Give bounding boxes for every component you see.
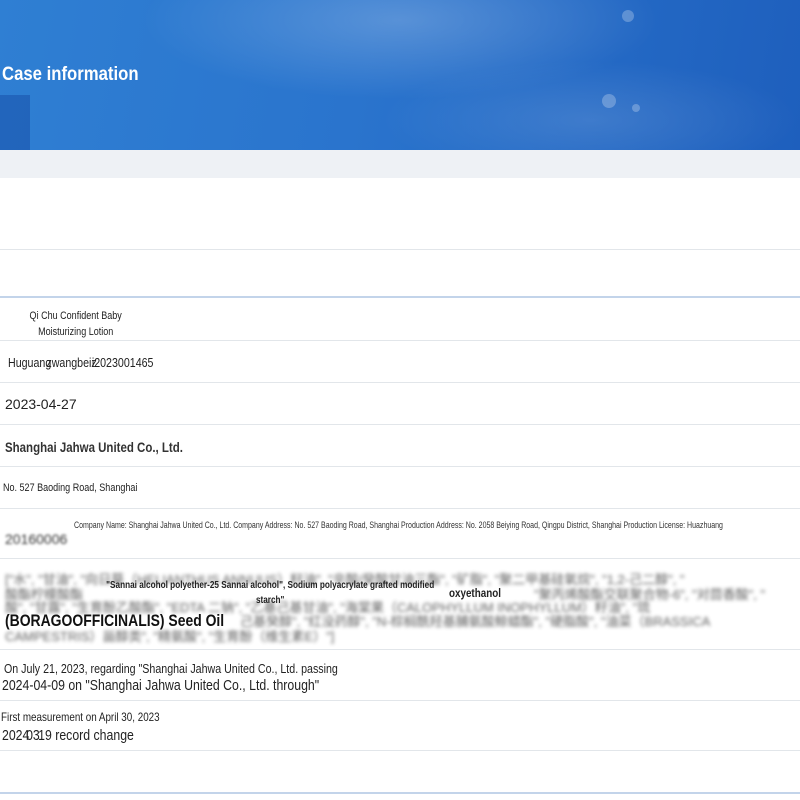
change-note: On July 21, 2023, regarding "Shanghai Ja… bbox=[4, 661, 338, 676]
banner-dot-decoration bbox=[602, 94, 616, 108]
record-number: Huguangzwangbeizi2023001465 bbox=[8, 355, 153, 370]
registrant-name: Shanghai Jahwa United Co., Ltd. bbox=[5, 439, 183, 455]
record-number-part: i2023001465 bbox=[91, 355, 154, 370]
producer-info: Company Name: Shanghai Jahwa United Co.,… bbox=[74, 520, 723, 530]
product-name: Qi Chu Confident Baby Moisturizing Lotio… bbox=[29, 310, 122, 338]
record-number-part: zwangbeiz bbox=[46, 355, 97, 370]
record-number-part: Huguang bbox=[8, 355, 52, 370]
ingredient-overlay-text: (BORAGOOFFICINALIS) Seed Oil bbox=[5, 611, 225, 630]
row-divider bbox=[0, 750, 800, 751]
ingredient-overlay-text: "Sannai alcohol polyether-25 Sannai alco… bbox=[106, 580, 435, 606]
banner-shape-decoration bbox=[0, 95, 30, 150]
record-date: 2023-04-27 bbox=[5, 396, 77, 412]
banner-dot-decoration bbox=[632, 104, 640, 112]
table-top-border bbox=[0, 296, 800, 298]
page: Case information Qi Chu Confident Baby M… bbox=[0, 0, 800, 800]
section-strip bbox=[0, 150, 800, 178]
producer-license-number: 20160006 bbox=[5, 531, 68, 547]
page-title: Case information bbox=[2, 64, 139, 85]
header-banner: Case information bbox=[0, 0, 800, 150]
measurement-change: 20240319 record change bbox=[2, 727, 134, 744]
registrant-address: No. 527 Baoding Road, Shanghai bbox=[3, 482, 138, 494]
row-divider bbox=[0, 249, 800, 250]
table-bottom-border bbox=[0, 792, 800, 794]
banner-dot-decoration bbox=[622, 10, 634, 22]
row-divider bbox=[0, 382, 800, 383]
measurement-label: record change bbox=[55, 727, 134, 744]
measurement-note: First measurement on April 30, 2023 bbox=[1, 710, 160, 724]
row-divider bbox=[0, 466, 800, 467]
row-divider bbox=[0, 340, 800, 341]
row-divider bbox=[0, 558, 800, 559]
measurement-day: 19 bbox=[38, 727, 52, 744]
row-divider bbox=[0, 700, 800, 701]
row-divider bbox=[0, 508, 800, 509]
row-divider bbox=[0, 649, 800, 650]
product-name-cell: Qi Chu Confident Baby Moisturizing Lotio… bbox=[6, 308, 166, 340]
ingredient-overlay-text: oxyethanol bbox=[449, 586, 501, 600]
ingredient-overlay: "Sannai alcohol polyether-25 Sannai alco… bbox=[98, 578, 448, 608]
row-divider bbox=[0, 424, 800, 425]
change-note: 2024-04-09 on "Shanghai Jahwa United Co.… bbox=[2, 677, 320, 694]
